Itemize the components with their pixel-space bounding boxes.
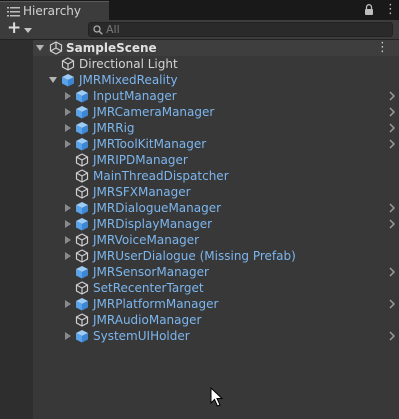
collapse-arrow-icon[interactable] [65, 108, 71, 116]
collapse-arrow-icon[interactable] [65, 204, 71, 212]
unity-scene-icon [49, 41, 63, 55]
hierarchy-item-label: Directional Light [79, 57, 178, 71]
search-icon [93, 25, 103, 35]
lock-icon[interactable] [364, 4, 374, 15]
hierarchy-item[interactable]: JMRIPDManager [33, 152, 399, 168]
hierarchy-item[interactable]: JMRVoiceManager [33, 232, 399, 248]
prefab-icon [76, 122, 88, 135]
expand-arrow-icon[interactable] [36, 45, 44, 51]
gameobject-icon [75, 185, 89, 199]
chevron-right-icon[interactable] [388, 107, 396, 117]
chevron-right-icon[interactable] [388, 299, 396, 309]
search-field[interactable] [88, 22, 393, 37]
hierarchy-item-label: MainThreadDispatcher [93, 169, 229, 183]
prefab-icon [62, 74, 74, 87]
window-menu-icon[interactable]: ⋮ [384, 2, 397, 17]
hierarchy-item[interactable]: JMRUserDialogue (Missing Prefab) [33, 248, 399, 264]
gameobject-icon [75, 249, 89, 263]
collapse-arrow-icon[interactable] [65, 300, 71, 308]
hierarchy-item[interactable]: JMRPlatformManager [33, 296, 399, 312]
gameobject-icon [61, 57, 75, 71]
hierarchy-item[interactable]: JMRMixedReality [33, 72, 399, 88]
plus-icon: + [7, 18, 22, 38]
collapse-arrow-icon[interactable] [65, 236, 71, 244]
tree-gutter [0, 40, 33, 419]
prefab-icon [76, 138, 88, 151]
hierarchy-item[interactable]: JMRAudioManager [33, 312, 399, 328]
hierarchy-item-label: JMRSensorManager [93, 265, 209, 279]
prefab-icon [76, 218, 88, 231]
gameobject-icon [75, 313, 89, 327]
hierarchy-item-label: JMRDialogueManager [93, 201, 222, 215]
hierarchy-item-label: JMRVoiceManager [93, 233, 200, 247]
hierarchy-item-label: JMRAudioManager [93, 313, 202, 327]
collapse-arrow-icon[interactable] [65, 92, 71, 100]
collapse-arrow-icon[interactable] [65, 332, 71, 340]
gameobject-icon [75, 233, 89, 247]
gameobject-icon [75, 281, 89, 295]
hierarchy-item-label: JMRToolKitManager [93, 137, 207, 151]
hierarchy-toolbar: + [0, 18, 399, 40]
collapse-arrow-icon[interactable] [65, 252, 71, 260]
hierarchy-tree: SampleScene ⋮ Directional Light JMRMixedR… [0, 40, 399, 419]
hierarchy-item-label: JMRIPDManager [93, 153, 188, 167]
collapse-arrow-icon[interactable] [65, 124, 71, 132]
hierarchy-item-label: JMRCameraManager [93, 105, 215, 119]
prefab-icon [76, 298, 88, 311]
hierarchy-item-label: InputManager [93, 89, 177, 103]
hierarchy-item-label: JMRRig [93, 121, 135, 135]
hierarchy-item-label: JMRPlatformManager [93, 297, 219, 311]
chevron-right-icon[interactable] [388, 91, 396, 101]
scene-menu-icon[interactable]: ⋮ [376, 41, 389, 55]
collapse-arrow-icon[interactable] [65, 140, 71, 148]
hierarchy-item-label: JMRUserDialogue (Missing Prefab) [93, 249, 296, 263]
scene-name: SampleScene [66, 41, 157, 55]
hierarchy-item-label: SetRecenterTarget [93, 281, 204, 295]
chevron-right-icon[interactable] [388, 219, 396, 229]
create-dropdown-button[interactable]: + [4, 18, 34, 39]
prefab-icon [76, 266, 88, 279]
tab-label: Hierarchy [23, 4, 82, 18]
hierarchy-item-label: JMRMixedReality [79, 73, 178, 87]
gameobject-icon [75, 169, 89, 183]
chevron-right-icon[interactable] [388, 331, 396, 341]
gameobject-icon [75, 153, 89, 167]
hierarchy-item[interactable]: JMRRig [33, 120, 399, 136]
hierarchy-item[interactable]: SetRecenterTarget [33, 280, 399, 296]
hierarchy-item[interactable]: JMRDialogueManager [33, 200, 399, 216]
hierarchy-item[interactable]: MainThreadDispatcher [33, 168, 399, 184]
hierarchy-item[interactable]: JMRSensorManager [33, 264, 399, 280]
prefab-icon [76, 330, 88, 343]
prefab-icon [76, 90, 88, 103]
hierarchy-item[interactable]: InputManager [33, 88, 399, 104]
expand-arrow-icon[interactable] [49, 77, 57, 83]
hierarchy-item[interactable]: Directional Light [33, 56, 399, 72]
prefab-icon [76, 202, 88, 215]
hierarchy-item[interactable]: JMRCameraManager [33, 104, 399, 120]
collapse-arrow-icon[interactable] [65, 220, 71, 228]
chevron-right-icon[interactable] [388, 267, 396, 277]
hierarchy-item[interactable]: JMRDisplayManager [33, 216, 399, 232]
hierarchy-item[interactable]: JMRToolKitManager [33, 136, 399, 152]
list-icon [7, 7, 20, 17]
hierarchy-item[interactable]: SystemUIHolder [33, 328, 399, 344]
search-input[interactable] [106, 22, 386, 36]
hierarchy-item[interactable]: JMRSFXManager [33, 184, 399, 200]
hierarchy-item-label: JMRSFXManager [93, 185, 191, 199]
hierarchy-item-label: SystemUIHolder [93, 329, 190, 343]
hierarchy-item-label: JMRDisplayManager [93, 217, 213, 231]
chevron-right-icon[interactable] [388, 203, 396, 213]
chevron-right-icon[interactable] [388, 123, 396, 133]
mouse-cursor-icon [210, 387, 224, 407]
chevron-right-icon[interactable] [388, 139, 396, 149]
scene-row[interactable]: SampleScene ⋮ [33, 40, 399, 56]
chevron-down-icon [24, 28, 32, 33]
window-tab-bar: Hierarchy ⋮ [0, 0, 399, 20]
prefab-icon [76, 106, 88, 119]
